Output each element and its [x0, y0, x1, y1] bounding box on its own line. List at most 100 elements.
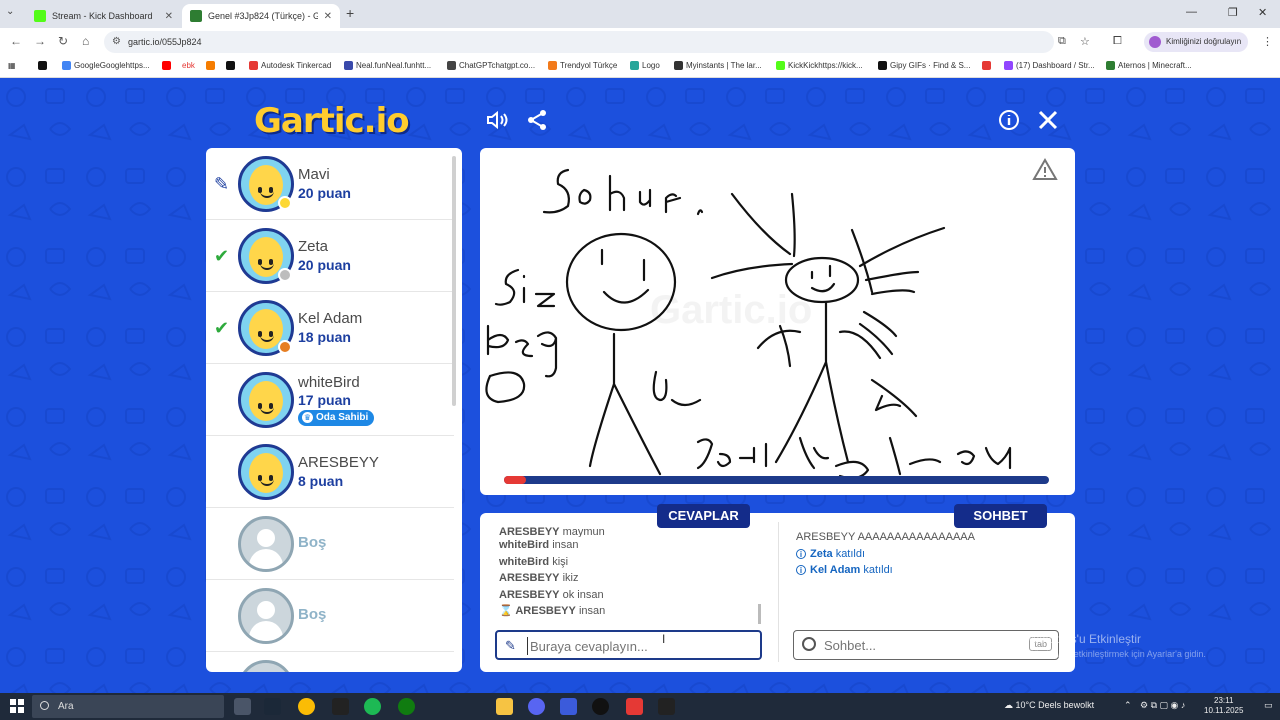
epic-games-icon[interactable]: [332, 698, 349, 715]
tab-search-chevron-icon[interactable]: ⌄: [6, 6, 14, 17]
weather-icon: ☁: [1004, 700, 1016, 710]
close-tab-icon[interactable]: ✕: [165, 11, 173, 22]
answers-tab[interactable]: CEVAPLAR: [657, 504, 750, 528]
chat-tab[interactable]: SOHBET: [954, 504, 1047, 528]
reload-icon[interactable]: ↻: [58, 34, 68, 48]
bookmark-myinstants[interactable]: Myinstants | The lar...: [674, 61, 762, 70]
install-app-icon[interactable]: ⧉: [1058, 35, 1066, 48]
chat-list: ARESBEYY AAAAAAAAAAAAAAAA i Zeta katıldı …: [796, 529, 1066, 579]
windows-taskbar: Ara ☁ 10°C Deels bewolkt ⌃ ⚙ ⧉ ▢ ◉ ♪ 23:…: [0, 693, 1280, 720]
app-icon[interactable]: [626, 698, 643, 715]
bookmark-item[interactable]: [206, 61, 215, 70]
bookmark-logo[interactable]: Logo: [630, 61, 660, 70]
search-icon: [40, 701, 49, 710]
bookmark-nealfun[interactable]: Neal.funNeal.funhtt...: [344, 61, 431, 70]
discord-icon[interactable]: [528, 698, 545, 715]
close-game-icon[interactable]: [1035, 108, 1061, 134]
bookmark-item[interactable]: [226, 61, 235, 70]
bookmark-star-icon[interactable]: ☆: [1080, 35, 1090, 48]
empty-slot: Boş: [206, 508, 454, 580]
answer-item: ARESBEYY maymun: [499, 527, 605, 537]
pencil-icon: ✎: [214, 174, 230, 194]
mouse-cursor-icon: I: [662, 632, 666, 646]
sound-icon[interactable]: [484, 108, 510, 134]
player-row[interactable]: ✔ Kel Adam 18 puan: [206, 292, 454, 364]
answers-scrollbar[interactable]: [758, 604, 761, 624]
browser-tab-kick[interactable]: Stream - Kick Dashboard ✕: [26, 4, 181, 28]
player-row[interactable]: ✔ Zeta 20 puan: [206, 220, 454, 292]
restore-icon[interactable]: ❐: [1228, 6, 1238, 19]
bookmark-trendyol[interactable]: Trendyol Türkçe: [548, 61, 617, 70]
file-explorer-icon[interactable]: [496, 698, 513, 715]
status-dot: [278, 196, 292, 210]
bookmark-giphy[interactable]: Gipy GIFs · Find & S...: [878, 61, 970, 70]
bookmark-kick[interactable]: KickKickhttps://kick...: [776, 61, 863, 70]
answer-input[interactable]: [527, 637, 747, 655]
address-bar[interactable]: ⚙ gartic.io/055Jp824: [104, 31, 1054, 53]
chat-input[interactable]: [824, 636, 1044, 654]
drawing-strokes: [485, 168, 1012, 480]
app-icon[interactable]: [560, 698, 577, 715]
tray-icons[interactable]: ⚙ ⧉ ▢ ◉ ♪: [1140, 700, 1185, 711]
notification-icon[interactable]: ▭: [1264, 700, 1273, 711]
task-view-icon[interactable]: [234, 698, 251, 715]
answer-field[interactable]: ✎: [495, 630, 762, 660]
chrome-icon[interactable]: [298, 698, 315, 715]
browser-tab-gartic[interactable]: Genel #3Jp824 (Türkçe) - Gartic ✕: [182, 4, 340, 28]
windows-activation-title: Windows'u Etkinleştir: [1028, 632, 1141, 646]
clock[interactable]: 23:11 10.11.2025: [1204, 696, 1243, 716]
share-icon[interactable]: [524, 108, 550, 134]
players-panel: ✎ Mavi 20 puan ✔ Zeta 20 puan ✔ Kel Adam…: [206, 148, 462, 672]
clock-time: 23:11: [1214, 696, 1234, 705]
drawing-canvas[interactable]: Gartic.io: [480, 148, 1075, 495]
browser-menu-icon[interactable]: ⋮: [1262, 35, 1273, 48]
bookmark-aternos[interactable]: Aternos | Minecraft...: [1106, 61, 1192, 70]
tray-chevron-icon[interactable]: ⌃: [1124, 700, 1132, 711]
player-name: whiteBird: [298, 374, 360, 391]
player-row[interactable]: whiteBird 17 puan ♛ Oda Sahibi: [206, 364, 454, 436]
minimize-icon[interactable]: —: [1186, 6, 1197, 18]
close-window-icon[interactable]: ✕: [1258, 6, 1267, 19]
player-row[interactable]: ARESBEYY 8 puan: [206, 436, 454, 508]
bookmark-item[interactable]: [982, 61, 991, 70]
extensions-icon[interactable]: ⧠: [1113, 35, 1122, 48]
kick-favicon-icon: [34, 10, 46, 22]
bookmark-item[interactable]: [38, 61, 47, 70]
home-icon[interactable]: ⌂: [82, 34, 89, 48]
new-tab-plus-icon[interactable]: +: [346, 5, 354, 21]
epic-games-icon[interactable]: [658, 698, 675, 715]
apps-grid-icon[interactable]: ▦: [8, 61, 16, 70]
github-icon[interactable]: [592, 698, 609, 715]
site-info-icon[interactable]: ⚙: [112, 31, 121, 53]
weather-widget[interactable]: ☁ 10°C Deels bewolkt: [1004, 700, 1094, 711]
windows-start-icon[interactable]: [10, 699, 24, 713]
back-arrow-icon[interactable]: ←: [10, 34, 22, 48]
taskbar-search-label: Ara: [58, 701, 74, 712]
profile-verify-button[interactable]: Kimliğinizi doğrulayın: [1144, 32, 1248, 52]
bookmark-chatgpt[interactable]: ChatGPTchatgpt.co...: [447, 61, 535, 70]
bookmark-youtube[interactable]: [162, 61, 171, 70]
bookmark-ebk[interactable]: ebk: [182, 61, 195, 70]
bookmark-tinkercad[interactable]: Autodesk Tinkercad: [249, 61, 331, 70]
forward-arrow-icon[interactable]: →: [34, 34, 46, 48]
xbox-icon[interactable]: [398, 698, 415, 715]
empty-slot: [206, 652, 454, 672]
player-row[interactable]: ✎ Mavi 20 puan: [206, 148, 454, 220]
info-icon[interactable]: [996, 108, 1022, 134]
bookmark-twitch[interactable]: (17) Dashboard / Str...: [1004, 61, 1095, 70]
answers-list: ARESBEYY maymun whiteBird insan whiteBir…: [499, 527, 759, 620]
crown-icon: ♛: [302, 412, 313, 423]
spotify-icon[interactable]: [364, 698, 381, 715]
steam-icon[interactable]: [264, 698, 281, 715]
close-tab-icon[interactable]: ✕: [324, 11, 332, 22]
taskbar-search[interactable]: Ara: [32, 695, 224, 718]
players-scrollbar[interactable]: [452, 156, 456, 406]
chat-field[interactable]: tab: [793, 630, 1059, 660]
verify-label: Kimliğinizi doğrulayın: [1166, 37, 1242, 46]
empty-avatar-icon: [238, 588, 294, 644]
gartic-favicon-icon: [190, 10, 202, 22]
answer-item: ARESBEYY ok insan: [499, 588, 604, 601]
bookmark-google[interactable]: GoogleGooglehttps...: [62, 61, 150, 70]
tab-title: Genel #3Jp824 (Türkçe) - Gartic: [208, 11, 318, 21]
status-dot: [278, 268, 292, 282]
